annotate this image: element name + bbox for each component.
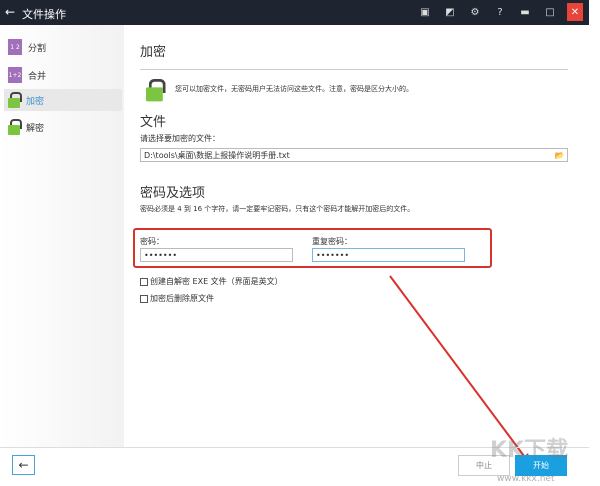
red-arrow (389, 275, 532, 467)
watermark-logo: KK下载 (490, 438, 569, 463)
back-button[interactable]: ← (12, 455, 35, 475)
watermark-url: www.kkx.net (497, 474, 555, 484)
